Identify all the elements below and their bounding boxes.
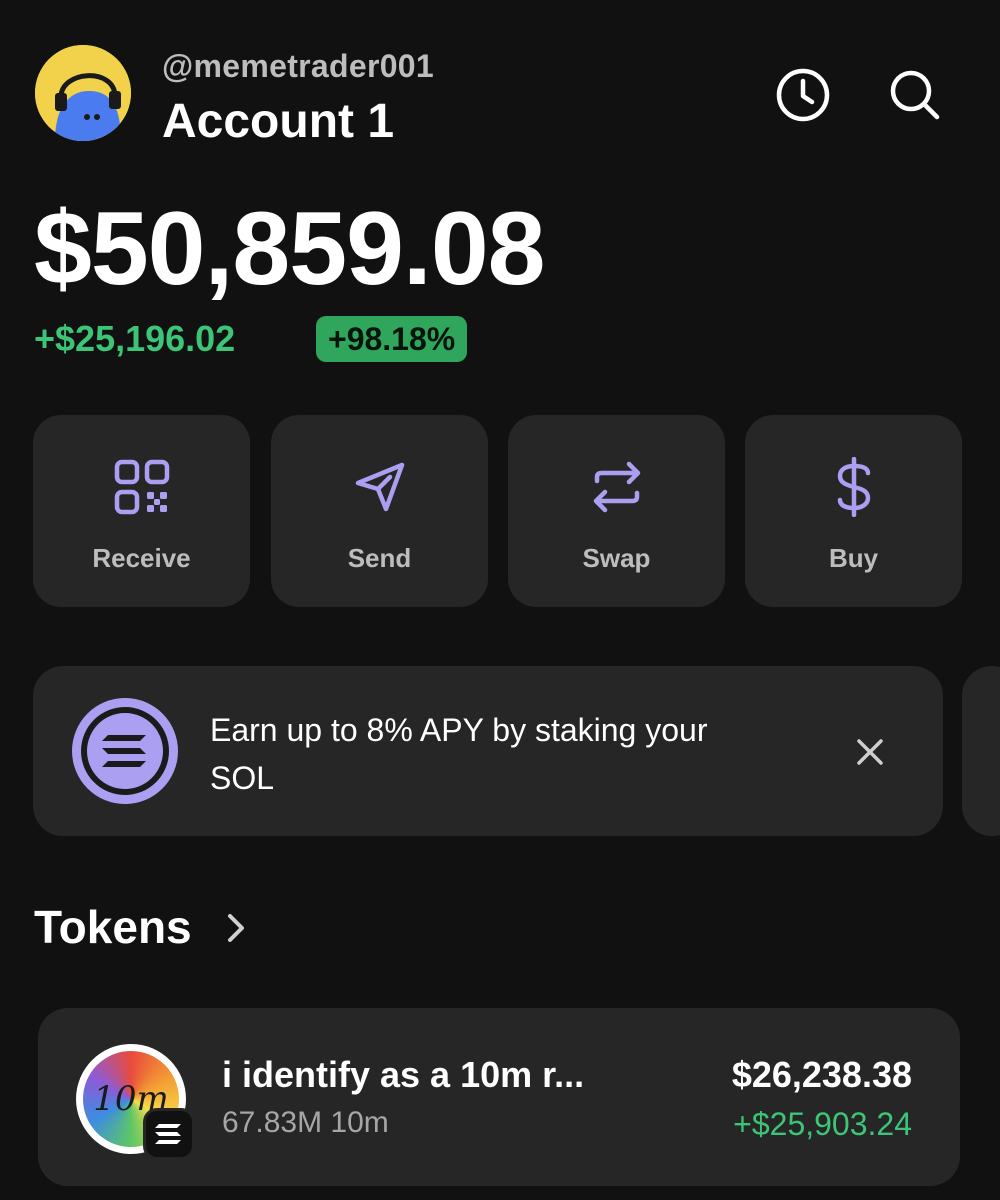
swap-label: Swap: [582, 543, 651, 573]
total-balance: $50,859.08: [34, 191, 546, 307]
qr-code-icon: [112, 457, 172, 517]
dollar-icon: [824, 457, 884, 517]
buy-label: Buy: [828, 543, 879, 573]
history-button[interactable]: [774, 66, 832, 124]
solana-chain-badge-icon: [143, 1108, 195, 1160]
token-value: $26,238.38: [731, 1054, 912, 1095]
chevron-right-icon[interactable]: [222, 904, 252, 950]
swap-button[interactable]: Swap: [508, 415, 725, 607]
username: @memetrader001: [162, 48, 434, 84]
buy-button[interactable]: Buy: [745, 415, 962, 607]
close-icon[interactable]: [850, 732, 890, 772]
send-label: Send: [347, 543, 412, 573]
token-change: +$25,903.24: [733, 1106, 912, 1142]
balance-change: +$25,196.02: [34, 318, 236, 359]
paper-plane-icon: [350, 457, 410, 517]
tokens-title[interactable]: Tokens: [34, 900, 192, 954]
token-amount: 67.83M 10m: [222, 1106, 389, 1139]
search-icon: [890, 70, 940, 120]
receive-label: Receive: [92, 543, 191, 573]
promo-text: Earn up to 8% APY by staking your SOL: [210, 712, 708, 796]
solana-icon: [68, 694, 182, 808]
receive-button[interactable]: Receive: [33, 415, 250, 607]
search-button[interactable]: [886, 66, 944, 124]
send-button[interactable]: Send: [271, 415, 488, 607]
token-name: i identify as a 10m r...: [222, 1054, 585, 1095]
balance-change-percent-badge: +98.18%: [316, 316, 468, 362]
account-name[interactable]: Account 1: [162, 94, 394, 149]
next-banner-peek[interactable]: [962, 666, 1000, 836]
swap-arrows-icon: [587, 457, 647, 517]
balance-change-percent: +98.18%: [328, 320, 456, 357]
avatar[interactable]: [35, 45, 131, 141]
avatar-ghost-icon: [35, 45, 131, 141]
clock-icon: [776, 68, 830, 122]
